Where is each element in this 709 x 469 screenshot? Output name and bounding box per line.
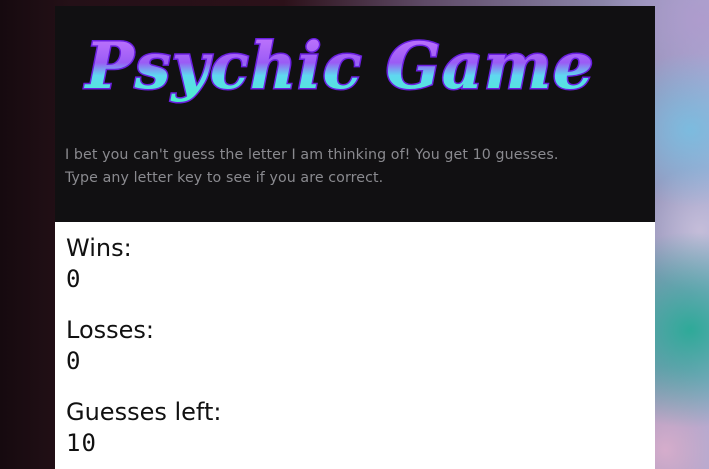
losses-label: Losses:: [66, 316, 154, 344]
intro-text: I bet you can't guess the letter I am th…: [65, 144, 655, 190]
logo-text: Psychic Game: [84, 29, 595, 104]
guesses-left-label: Guesses left:: [66, 398, 222, 426]
psychic-game-logo: Psychic Game: [82, 28, 595, 106]
intro-line-2: Type any letter key to see if you are co…: [65, 170, 384, 186]
losses-value: 0: [66, 347, 82, 375]
intro-line-1: I bet you can't guess the letter I am th…: [65, 147, 559, 163]
guesses-left-value: 10: [66, 429, 97, 457]
wins-value: 0: [66, 265, 82, 293]
score-board: Wins: 0 Losses: 0 Guesses left: 10: [66, 232, 646, 469]
game-header: Psychic Game I bet you can't guess the l…: [55, 6, 655, 222]
wins-label: Wins:: [66, 234, 132, 262]
game-panel: Psychic Game I bet you can't guess the l…: [55, 6, 655, 469]
